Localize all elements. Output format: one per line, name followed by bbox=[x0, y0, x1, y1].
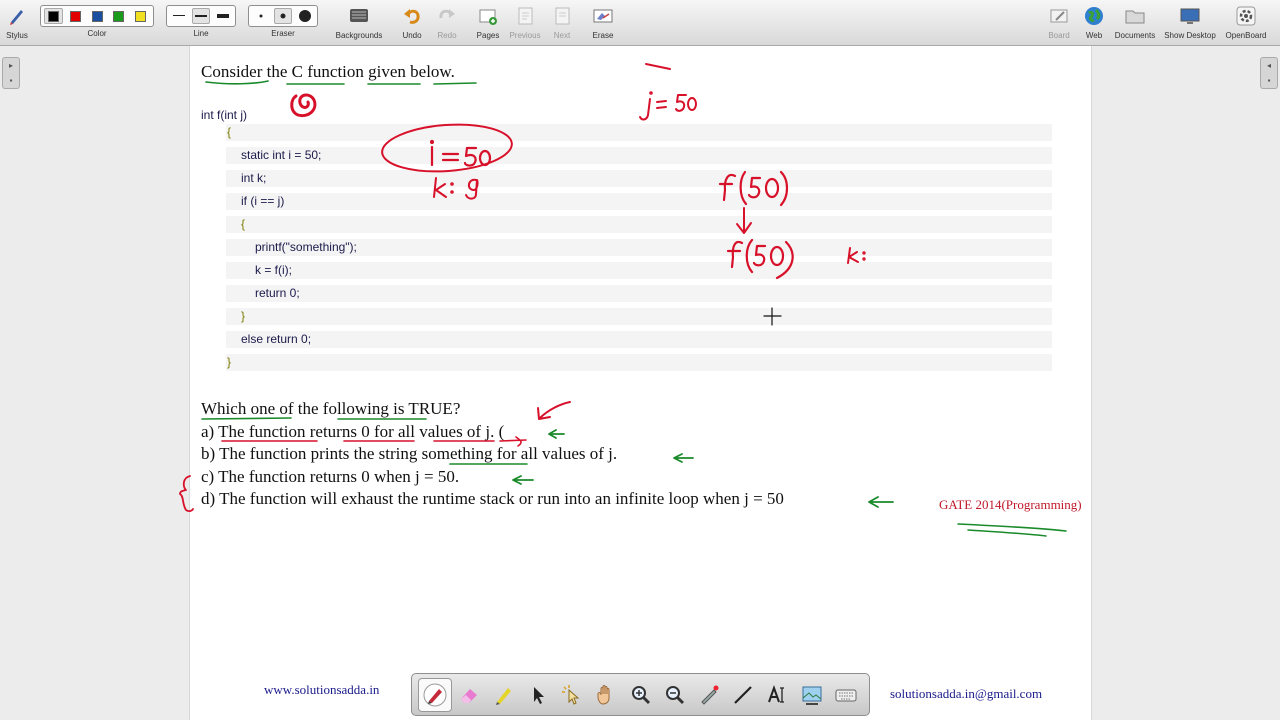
hand-tool[interactable] bbox=[589, 678, 623, 712]
floating-tool-palette bbox=[411, 673, 870, 716]
gate-green-underline bbox=[957, 523, 1067, 537]
eraser-tool[interactable] bbox=[452, 678, 486, 712]
green-arrows bbox=[512, 429, 894, 508]
marker-tool[interactable] bbox=[487, 678, 521, 712]
interact-tool[interactable] bbox=[555, 678, 589, 712]
line-tool[interactable] bbox=[726, 678, 760, 712]
capture-icon bbox=[802, 686, 822, 705]
hand-pan-icon bbox=[597, 684, 610, 705]
zoom-in-icon bbox=[631, 685, 650, 704]
ink-dash bbox=[645, 63, 671, 70]
crosshair-cursor-icon bbox=[763, 307, 782, 326]
zoom-out-tool[interactable] bbox=[658, 678, 692, 712]
text-tool[interactable] bbox=[760, 678, 794, 712]
red-ellipse-i50 bbox=[381, 123, 513, 173]
ink-arrow-down bbox=[736, 207, 752, 234]
keyboard-tool[interactable] bbox=[829, 678, 863, 712]
highlighter-eraser-icon bbox=[461, 688, 478, 703]
pointer-pen-icon bbox=[701, 685, 719, 705]
virtual-keyboard-icon bbox=[835, 689, 857, 701]
ink-k-colon-g bbox=[433, 177, 479, 200]
ink-f50-lower bbox=[726, 238, 794, 280]
ink-red-arrow bbox=[537, 401, 571, 420]
ink-j-equals-50 bbox=[639, 91, 697, 121]
laser-tool[interactable] bbox=[692, 678, 726, 712]
capture-tool[interactable] bbox=[795, 678, 829, 712]
laser-pointer-icon bbox=[562, 684, 580, 705]
selector-tool[interactable] bbox=[521, 678, 555, 712]
ink-annotations bbox=[179, 63, 1067, 537]
red-scribble bbox=[290, 93, 317, 118]
ink-red-brace bbox=[179, 475, 194, 512]
marker-icon bbox=[495, 687, 511, 705]
option-a-red-underlines bbox=[221, 436, 527, 447]
zoom-out-icon bbox=[665, 685, 684, 704]
pointer-arrow-icon bbox=[533, 686, 544, 704]
line-tool-icon bbox=[734, 685, 753, 704]
pen-tool[interactable] bbox=[418, 677, 453, 712]
ink-f50-top bbox=[718, 170, 789, 207]
pen-icon bbox=[423, 683, 447, 706]
ink-i-equals-50 bbox=[429, 139, 492, 167]
title-underlines bbox=[205, 80, 477, 85]
ink-k-colon bbox=[847, 247, 866, 264]
text-tool-icon bbox=[768, 684, 785, 703]
zoom-in-tool[interactable] bbox=[623, 678, 657, 712]
